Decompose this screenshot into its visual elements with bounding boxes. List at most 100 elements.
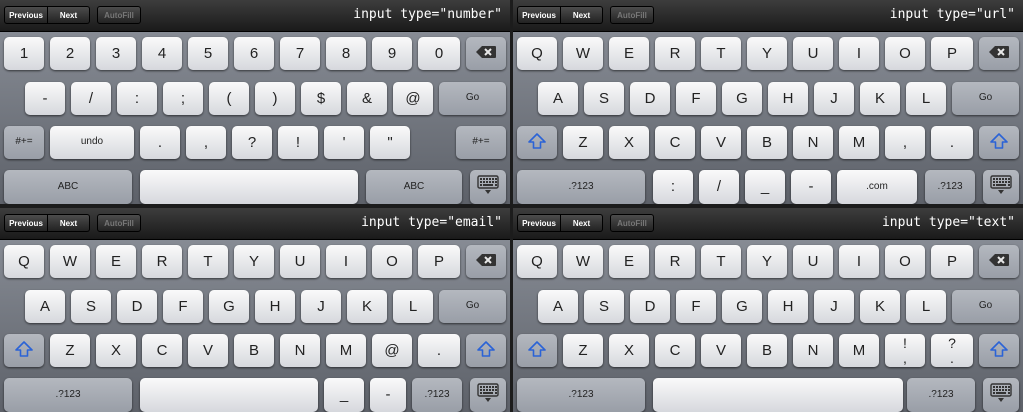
- key-g[interactable]: G: [209, 290, 249, 323]
- key-symbol[interactable]: ?: [232, 126, 272, 159]
- key-i[interactable]: I: [839, 245, 879, 278]
- key-q[interactable]: Q: [517, 37, 557, 70]
- key-c[interactable]: C: [655, 334, 695, 367]
- key-r[interactable]: R: [655, 37, 695, 70]
- previous-button[interactable]: Previous: [4, 214, 48, 232]
- key-p[interactable]: P: [931, 245, 973, 278]
- key-m[interactable]: M: [839, 126, 879, 159]
- key-8[interactable]: 8: [326, 37, 366, 70]
- key-a[interactable]: A: [538, 82, 578, 115]
- key-y[interactable]: Y: [747, 245, 787, 278]
- key-r[interactable]: R: [655, 245, 695, 278]
- key-g[interactable]: G: [722, 290, 762, 323]
- shift-key[interactable]: [4, 334, 44, 367]
- backspace-key[interactable]: [979, 245, 1019, 278]
- previous-button[interactable]: Previous: [4, 6, 48, 24]
- symbols-key[interactable]: #+=: [456, 126, 506, 159]
- go-key[interactable]: Go: [439, 82, 506, 115]
- key-r[interactable]: R: [142, 245, 182, 278]
- key-x[interactable]: X: [609, 126, 649, 159]
- space-key[interactable]: [653, 378, 903, 412]
- key-j[interactable]: J: [814, 290, 854, 323]
- key-n[interactable]: N: [793, 334, 833, 367]
- key-g[interactable]: G: [722, 82, 762, 115]
- shift-key[interactable]: [466, 334, 506, 367]
- key-symbol[interactable]: -: [370, 378, 406, 412]
- key-b[interactable]: B: [747, 334, 787, 367]
- go-key[interactable]: Go: [952, 82, 1019, 115]
- key-f[interactable]: F: [163, 290, 203, 323]
- shift-key[interactable]: [979, 334, 1019, 367]
- key-7[interactable]: 7: [280, 37, 320, 70]
- key-c[interactable]: C: [142, 334, 182, 367]
- keyboard-hide-key[interactable]: [470, 378, 506, 412]
- key-symbol[interactable]: -: [791, 170, 831, 204]
- key-symbol[interactable]: @: [372, 334, 412, 367]
- key-symbol[interactable]: ): [255, 82, 295, 115]
- key-s[interactable]: S: [584, 290, 624, 323]
- key-b[interactable]: B: [747, 126, 787, 159]
- key-x[interactable]: X: [96, 334, 136, 367]
- key-k[interactable]: K: [347, 290, 387, 323]
- key-l[interactable]: L: [906, 82, 946, 115]
- abc-key[interactable]: ABC: [366, 170, 462, 204]
- key-symbol[interactable]: @: [393, 82, 433, 115]
- autofill-button[interactable]: AutoFill: [610, 6, 654, 24]
- key-symbol[interactable]: _: [324, 378, 364, 412]
- key-symbol[interactable]: /: [71, 82, 111, 115]
- key-l[interactable]: L: [906, 290, 946, 323]
- key-e[interactable]: E: [609, 245, 649, 278]
- key-w[interactable]: W: [563, 37, 603, 70]
- key-symbol[interactable]: /: [699, 170, 739, 204]
- abc-key[interactable]: ABC: [4, 170, 132, 204]
- next-button[interactable]: Next: [48, 214, 90, 232]
- key-2[interactable]: 2: [50, 37, 90, 70]
- key-symbol[interactable]: .: [140, 126, 180, 159]
- key-v[interactable]: V: [701, 334, 741, 367]
- key-o[interactable]: O: [885, 37, 925, 70]
- symbols-key[interactable]: #+=: [4, 126, 44, 159]
- numbers-key[interactable]: .?123: [517, 170, 645, 204]
- key-k[interactable]: K: [860, 82, 900, 115]
- keyboard-hide-key[interactable]: [983, 170, 1019, 204]
- key-symbol[interactable]: ? .: [931, 334, 973, 367]
- key-y[interactable]: Y: [234, 245, 274, 278]
- key-s[interactable]: S: [584, 82, 624, 115]
- go-key[interactable]: Go: [439, 290, 506, 323]
- key-h[interactable]: H: [768, 82, 808, 115]
- key-symbol[interactable]: &: [347, 82, 387, 115]
- key-j[interactable]: J: [301, 290, 341, 323]
- shift-key[interactable]: [517, 126, 557, 159]
- key-w[interactable]: W: [563, 245, 603, 278]
- numbers-key[interactable]: .?123: [907, 378, 975, 412]
- key-i[interactable]: I: [326, 245, 366, 278]
- key-symbol[interactable]: ": [370, 126, 410, 159]
- backspace-key[interactable]: [466, 245, 506, 278]
- key-w[interactable]: W: [50, 245, 90, 278]
- key-symbol[interactable]: (: [209, 82, 249, 115]
- key-1[interactable]: 1: [4, 37, 44, 70]
- key-symbol[interactable]: !: [278, 126, 318, 159]
- previous-button[interactable]: Previous: [517, 6, 561, 24]
- key-l[interactable]: L: [393, 290, 433, 323]
- keyboard-hide-key[interactable]: [470, 170, 506, 204]
- key-b[interactable]: B: [234, 334, 274, 367]
- key-h[interactable]: H: [768, 290, 808, 323]
- key-symbol[interactable]: -: [25, 82, 65, 115]
- backspace-key[interactable]: [979, 37, 1019, 70]
- key-9[interactable]: 9: [372, 37, 412, 70]
- space-key[interactable]: [140, 170, 358, 204]
- shift-key[interactable]: [517, 334, 557, 367]
- key-a[interactable]: A: [25, 290, 65, 323]
- key-symbol[interactable]: :: [653, 170, 693, 204]
- numbers-key[interactable]: .?123: [517, 378, 645, 412]
- key-d[interactable]: D: [630, 82, 670, 115]
- key-k[interactable]: K: [860, 290, 900, 323]
- key-symbol[interactable]: _: [745, 170, 785, 204]
- key-o[interactable]: O: [885, 245, 925, 278]
- key-5[interactable]: 5: [188, 37, 228, 70]
- key-u[interactable]: U: [793, 37, 833, 70]
- backspace-key[interactable]: [466, 37, 506, 70]
- key-a[interactable]: A: [538, 290, 578, 323]
- key-q[interactable]: Q: [4, 245, 44, 278]
